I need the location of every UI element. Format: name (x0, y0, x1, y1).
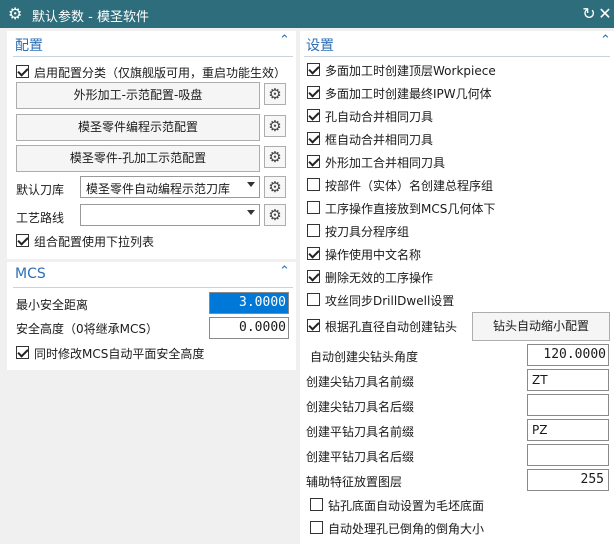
checkbox-label: 组合配置使用下拉列表 (34, 235, 155, 249)
field-label: 创建平钻刀具名前缀 (306, 425, 415, 439)
checkbox-label: 根据孔直径自动创建钻头 (325, 320, 458, 334)
drill-angle-input[interactable]: 120.0000 (527, 344, 609, 366)
field-label: 自动创建尖钻头角度 (310, 350, 419, 364)
field-label: 辅助特征放置图层 (306, 475, 403, 489)
checkbox-icon[interactable] (310, 498, 323, 511)
checkbox-label: 启用配置分类（仅旗舰版可用，重启功能生效） (34, 66, 287, 80)
gear-icon[interactable]: ⚙ (264, 204, 286, 226)
tip-drill-prefix-input[interactable]: ZT (527, 369, 609, 391)
checkbox-label: 同时修改MCS自动平面安全高度 (34, 347, 205, 361)
checkbox-label: 孔自动合并相同刀具 (325, 110, 434, 124)
checkbox-label: 多面加工时创建最终IPW几何体 (325, 87, 492, 101)
checkbox-icon[interactable] (307, 201, 320, 214)
gear-icon: ⚙ (8, 4, 23, 23)
flat-drill-suffix-input[interactable] (527, 444, 609, 466)
mcs-panel: MCS ⌃ 最小安全距离 3.0000 安全高度（0将继承MCS） 0.0000… (7, 262, 296, 370)
config-section-header[interactable]: 配置 ⌃ (11, 31, 294, 55)
title-bar: ⚙ 默认参数 - 模圣软件 ↻ ✕ (0, 0, 614, 28)
checkbox-label: 删除无效的工序操作 (325, 271, 434, 285)
checkbox-icon[interactable] (307, 63, 320, 76)
checkbox-label: 攻丝同步DrillDwell设置 (325, 294, 455, 308)
config-section-title: 配置 (15, 38, 43, 54)
field-label: 创建尖钻刀具名后缀 (306, 400, 415, 414)
chevron-down-icon (247, 182, 255, 187)
process-route-select[interactable] (80, 204, 260, 226)
collapse-chevron-icon[interactable]: ⌃ (600, 33, 611, 48)
gear-icon[interactable]: ⚙ (264, 115, 286, 137)
config-button-3[interactable]: 模圣零件-孔加工示范配置 (16, 145, 260, 172)
settings-panel: 设置 ⌃ 多面加工时创建顶层Workpiece 多面加工时创建最终IPW几何体 … (300, 31, 614, 544)
select-value: 模圣零件自动编程示范刀库 (86, 182, 231, 196)
divider (13, 287, 293, 288)
window-title: 默认参数 - 模圣软件 (32, 10, 149, 25)
checkbox-icon[interactable] (310, 521, 323, 534)
checkbox-icon[interactable] (307, 109, 320, 122)
collapse-chevron-icon[interactable]: ⌃ (279, 33, 290, 48)
aux-layer-input[interactable]: 255 (527, 469, 609, 491)
checkbox-icon[interactable] (307, 270, 320, 283)
config-button-2[interactable]: 模圣零件编程示范配置 (16, 114, 260, 141)
checkbox-label: 工序操作直接放到MCS几何体下 (325, 202, 496, 216)
process-route-label: 工艺路线 (16, 211, 65, 225)
checkbox-label: 框自动合并相同刀具 (325, 133, 434, 147)
divider (304, 56, 610, 57)
safe-height-input[interactable]: 0.0000 (209, 317, 289, 339)
settings-section-title: 设置 (306, 38, 334, 54)
flat-drill-prefix-input[interactable]: PZ (527, 419, 609, 441)
mcs-section-title: MCS (15, 266, 46, 282)
checkbox-icon[interactable] (307, 247, 320, 260)
min-safe-distance-input[interactable]: 3.0000 (209, 292, 289, 314)
gear-icon[interactable]: ⚙ (264, 146, 286, 168)
checkbox-icon[interactable] (307, 86, 320, 99)
tip-drill-suffix-input[interactable] (527, 394, 609, 416)
min-safe-distance-label: 最小安全距离 (16, 298, 89, 312)
checkbox-icon[interactable] (307, 293, 320, 306)
tool-library-select[interactable]: 模圣零件自动编程示范刀库 (80, 176, 260, 198)
checkbox-icon[interactable] (16, 234, 29, 247)
checkbox-label: 按部件（实体）名创建总程序组 (325, 179, 494, 193)
checkbox-label: 按刀具分程序组 (325, 225, 410, 239)
drill-shrink-config-button[interactable]: 钻头自动缩小配置 (472, 312, 610, 341)
gear-icon[interactable]: ⚙ (264, 83, 286, 105)
checkbox-icon[interactable] (307, 224, 320, 237)
checkbox-icon[interactable] (307, 319, 320, 332)
close-icon[interactable]: ✕ (596, 4, 614, 24)
checkbox-label: 外形加工合并相同刀具 (325, 156, 446, 170)
checkbox-icon[interactable] (16, 346, 29, 359)
checkbox-label: 自动处理孔已倒角的倒角大小 (328, 522, 485, 536)
config-panel: 配置 ⌃ 启用配置分类（仅旗舰版可用，重启功能生效） 外形加工-示范配置-吸盘 … (7, 31, 296, 259)
checkbox-icon[interactable] (307, 178, 320, 191)
safe-height-label: 安全高度（0将继承MCS） (16, 322, 158, 336)
mcs-section-header[interactable]: MCS ⌃ (11, 262, 294, 286)
checkbox-icon[interactable] (16, 65, 29, 78)
settings-section-header[interactable]: 设置 ⌃ (302, 31, 612, 55)
gear-icon[interactable]: ⚙ (264, 176, 286, 198)
checkbox-label: 多面加工时创建顶层Workpiece (325, 64, 496, 78)
checkbox-label: 操作使用中文名称 (325, 248, 422, 262)
divider (13, 56, 293, 57)
checkbox-label: 钻孔底面自动设置为毛坯底面 (328, 499, 485, 513)
field-label: 创建尖钻刀具名前缀 (306, 375, 415, 389)
collapse-chevron-icon[interactable]: ⌃ (279, 264, 290, 279)
config-button-1[interactable]: 外形加工-示范配置-吸盘 (16, 82, 260, 109)
checkbox-icon[interactable] (307, 155, 320, 168)
chevron-down-icon (247, 210, 255, 215)
field-label: 创建平钻刀具名后缀 (306, 450, 415, 464)
tool-library-label: 默认刀库 (16, 183, 65, 197)
checkbox-icon[interactable] (307, 132, 320, 145)
